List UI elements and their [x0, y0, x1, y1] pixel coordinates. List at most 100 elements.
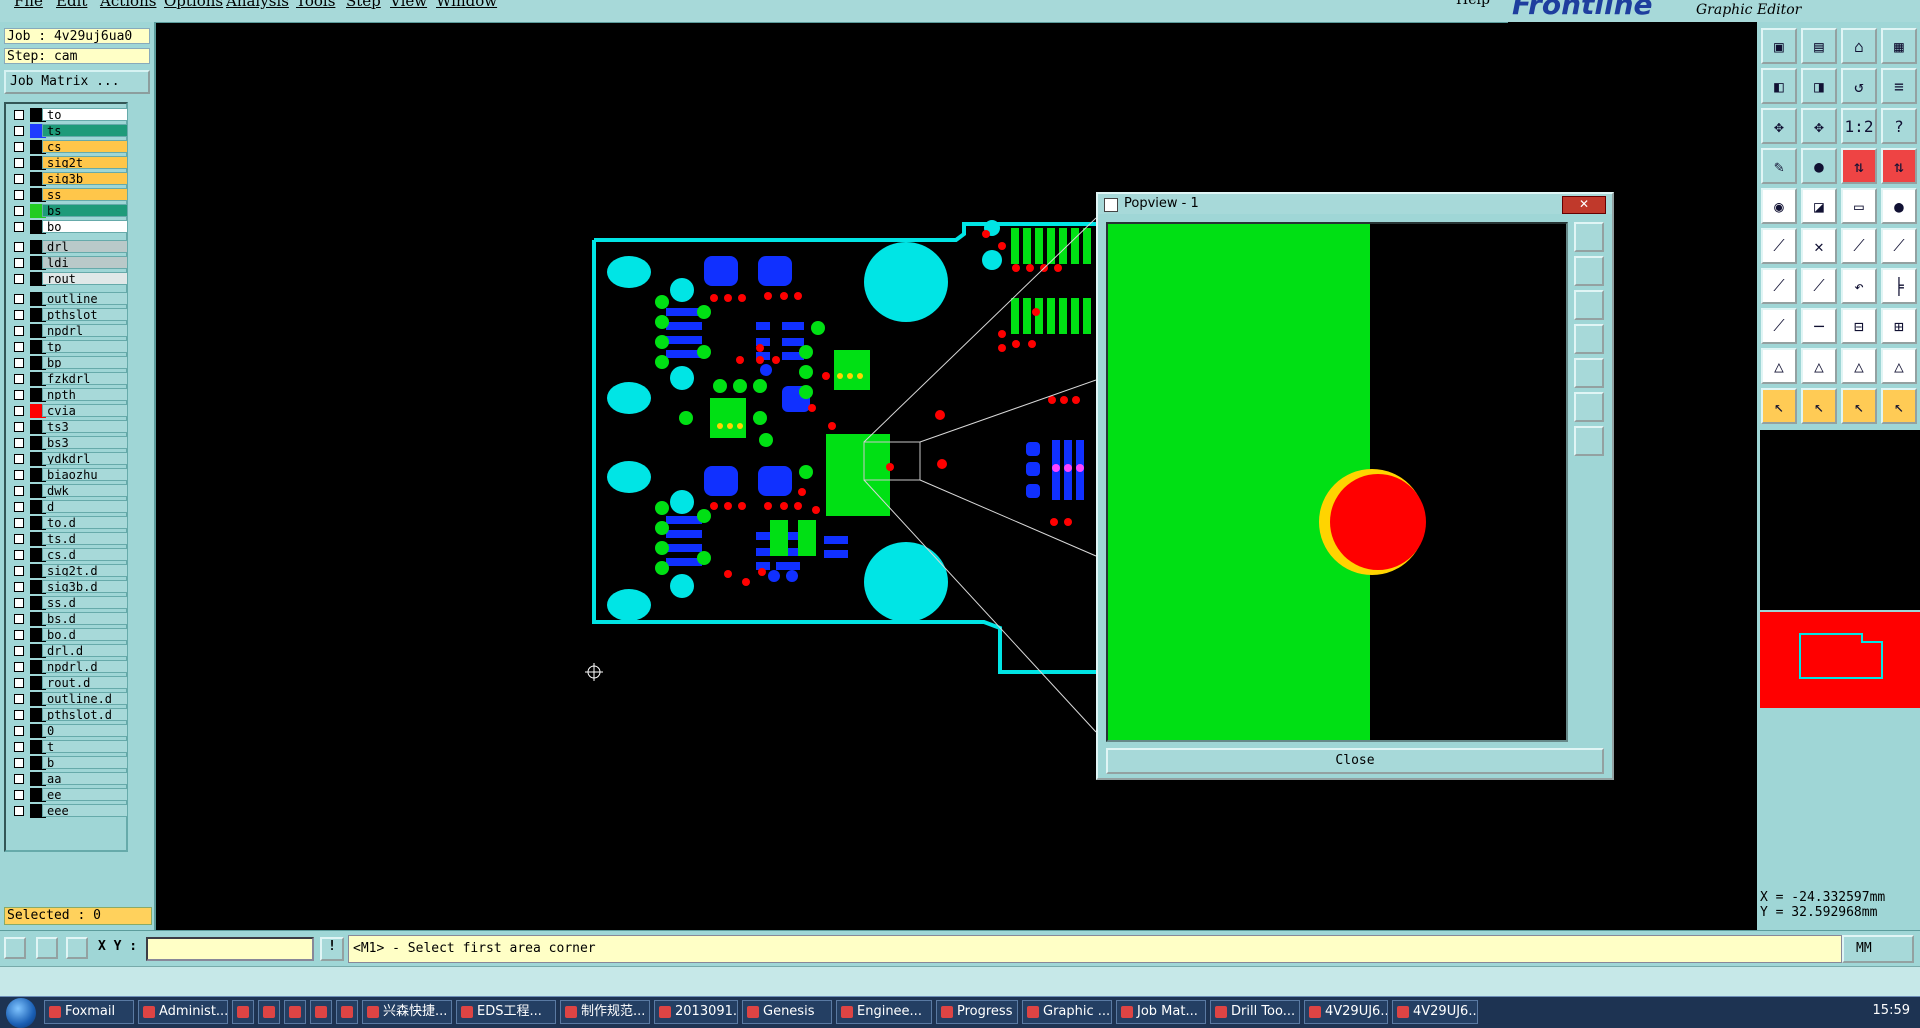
taskbar-item[interactable]: 2013091... [654, 1000, 738, 1024]
layer-checkbox[interactable] [14, 710, 24, 720]
layer-row[interactable]: 0 [6, 724, 128, 738]
layer-name[interactable]: to [42, 108, 128, 121]
layer-checkbox[interactable] [14, 274, 24, 284]
layer-row[interactable]: rout [6, 272, 128, 286]
layer-checkbox[interactable] [14, 470, 24, 480]
popview-canvas[interactable] [1106, 222, 1568, 742]
triangle-icon[interactable]: △ [1761, 348, 1797, 384]
layer-row[interactable]: ydkdrl [6, 452, 128, 466]
layer-name[interactable]: outline [42, 292, 128, 305]
array-icon[interactable]: ⊞ [1881, 308, 1917, 344]
layer-checkbox[interactable] [14, 534, 24, 544]
layer-row[interactable]: drl [6, 240, 128, 254]
layer-name[interactable]: aa [42, 772, 128, 785]
ruler-icon[interactable]: ▭ [1841, 188, 1877, 224]
layer-checkbox[interactable] [14, 614, 24, 624]
taskbar-item[interactable]: Administ... [138, 1000, 228, 1024]
help-icon[interactable]: ? [1881, 108, 1917, 144]
snap-icon[interactable] [4, 937, 26, 959]
angle-icon[interactable] [36, 937, 58, 959]
draw-line-icon[interactable]: ⟋ [1801, 268, 1837, 304]
grid-icon[interactable] [66, 937, 88, 959]
layer-name[interactable]: biaozhu [42, 468, 128, 481]
layer-name[interactable]: cs [42, 140, 128, 153]
dimension-icon[interactable]: ⊟ [1841, 308, 1877, 344]
layer-name[interactable]: ts [42, 124, 128, 137]
move-icon[interactable]: ↖ [1801, 388, 1837, 424]
layer-checkbox[interactable] [14, 518, 24, 528]
popview-pan-up-icon[interactable] [1574, 290, 1604, 320]
layer-name[interactable]: bs [42, 204, 128, 217]
taskbar-item[interactable] [232, 1000, 254, 1024]
undo-icon[interactable]: ↺ [1841, 68, 1877, 104]
layer-name[interactable]: drl [42, 240, 128, 253]
menu-options[interactable]: Options [164, 0, 223, 10]
layer-checkbox[interactable] [14, 598, 24, 608]
dash-icon[interactable]: ─ [1801, 308, 1837, 344]
layer-checkbox[interactable] [14, 742, 24, 752]
layer-checkbox[interactable] [14, 550, 24, 560]
layer-name[interactable]: ts.d [42, 532, 128, 545]
layer-name[interactable]: cs.d [42, 548, 128, 561]
layer-name[interactable]: bp [42, 356, 128, 369]
list-icon[interactable]: ≡ [1881, 68, 1917, 104]
layer-checkbox[interactable] [14, 486, 24, 496]
layer-checkbox[interactable] [14, 454, 24, 464]
layer-name[interactable]: dwk [42, 484, 128, 497]
layer-row[interactable]: ts [6, 124, 128, 138]
window-icon[interactable]: ▦ [1881, 28, 1917, 64]
layer-row[interactable]: cs.d [6, 548, 128, 562]
layer-row[interactable]: sig3b.d [6, 580, 128, 594]
zoom-prev-icon[interactable]: ◧ [1761, 68, 1797, 104]
fit-icon[interactable]: ✥ [1761, 108, 1797, 144]
layer-row[interactable]: npdrl.d [6, 660, 128, 674]
layer-row[interactable]: ee [6, 788, 128, 802]
layer-name[interactable]: sig2t [42, 156, 128, 169]
taskbar-item[interactable]: EDS工程... [456, 1000, 556, 1024]
layer-checkbox[interactable] [14, 206, 24, 216]
layer-checkbox[interactable] [14, 694, 24, 704]
layer-checkbox[interactable] [14, 566, 24, 576]
layer-row[interactable]: ldi [6, 256, 128, 270]
layer-row[interactable]: bs3 [6, 436, 128, 450]
select-icon[interactable]: ↖ [1761, 388, 1797, 424]
layer-name[interactable]: ydkdrl [42, 452, 128, 465]
close-icon[interactable]: ✕ [1562, 196, 1606, 214]
taskbar-item[interactable] [336, 1000, 358, 1024]
layer-checkbox[interactable] [14, 422, 24, 432]
layer-name[interactable]: pthslot [42, 308, 128, 321]
taskbar-item[interactable]: Genesis [742, 1000, 832, 1024]
layer-checkbox[interactable] [14, 406, 24, 416]
layer-checkbox[interactable] [14, 174, 24, 184]
layer-name[interactable]: ss [42, 188, 128, 201]
layer-name[interactable]: 0 [42, 724, 128, 737]
draw-line-icon[interactable]: ⟋ [1761, 268, 1797, 304]
menu-edit[interactable]: Edit [56, 0, 87, 10]
layer-name[interactable]: sig3b [42, 172, 128, 185]
layer-checkbox[interactable] [14, 222, 24, 232]
layer-checkbox[interactable] [14, 438, 24, 448]
taskbar-item[interactable] [258, 1000, 280, 1024]
layer-row[interactable]: rout.d [6, 676, 128, 690]
layer-row[interactable]: pthslot.d [6, 708, 128, 722]
layer-name[interactable]: npdrl [42, 324, 128, 337]
layer-name[interactable]: ts3 [42, 420, 128, 433]
layer-name[interactable]: ee [42, 788, 128, 801]
layer-name[interactable]: sig3b.d [42, 580, 128, 593]
layer-name[interactable]: npdrl.d [42, 660, 128, 673]
taskbar-item[interactable] [284, 1000, 306, 1024]
cursor-icon[interactable]: ↖ [1881, 388, 1917, 424]
taskbar-item[interactable] [310, 1000, 332, 1024]
layer-row[interactable]: ss [6, 188, 128, 202]
layer-checkbox[interactable] [14, 726, 24, 736]
layer-name[interactable]: bs.d [42, 612, 128, 625]
layer-row[interactable]: tp [6, 340, 128, 354]
layer-checkbox[interactable] [14, 242, 24, 252]
layer-name[interactable]: npth [42, 388, 128, 401]
popview-pan-right-icon[interactable] [1574, 358, 1604, 388]
layer-row[interactable]: bs [6, 204, 128, 218]
popview-zoom-out-icon[interactable] [1574, 256, 1604, 286]
center-icon[interactable]: ✥ [1801, 108, 1837, 144]
layer-row[interactable]: fzkdrl [6, 372, 128, 386]
layer-checkbox[interactable] [14, 126, 24, 136]
